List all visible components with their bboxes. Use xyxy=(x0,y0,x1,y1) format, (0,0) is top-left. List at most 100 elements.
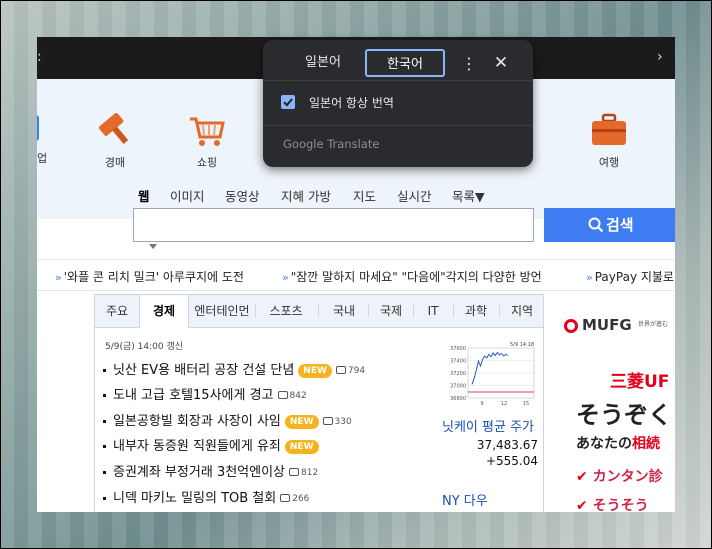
comment-icon xyxy=(277,391,288,399)
ticker-text: PayPay 지불로 xyxy=(594,270,674,284)
ticker-item[interactable]: » '와플 콘 리치 밀크' 아루쿠지에 도전 xyxy=(55,268,244,285)
ticker-item[interactable]: » PayPay 지불로 xyxy=(586,268,674,285)
headline-text: 니덱 마키노 밀링의 TOB 철회 xyxy=(113,491,277,506)
bullet xyxy=(103,394,106,397)
search-button[interactable]: 검색 xyxy=(544,208,675,242)
chart-y-tick-label: 37200 xyxy=(450,371,466,377)
comment-number: 794 xyxy=(347,365,366,376)
news-updated-time: 5/9(금) 14:00 갱신 xyxy=(105,342,184,352)
headline-text: 일본공항빌 회장과 사장이 사임 xyxy=(113,414,281,429)
bullet xyxy=(103,369,106,372)
news-tab-top[interactable]: 주요 xyxy=(95,295,139,327)
popup-divider xyxy=(263,80,533,81)
chevron-right-icon: » xyxy=(586,271,593,284)
ad-check-item: ✔ そうそう xyxy=(576,495,649,512)
search-tab-images[interactable]: 이미지 xyxy=(170,186,205,205)
comment-number: 266 xyxy=(292,493,310,504)
always-translate-checkbox[interactable] xyxy=(281,95,295,109)
search-tab-web[interactable]: 웹 xyxy=(138,186,150,205)
popup-divider xyxy=(263,125,533,126)
ny-dow-link[interactable]: NY 다우 xyxy=(442,490,488,509)
nikkei-stock-widget[interactable]: 닛케이 평균 주가 37,483.67 +555.04 xyxy=(442,420,538,470)
ad-check-text: カンタン診 xyxy=(592,469,663,485)
comment-number: 842 xyxy=(289,390,307,401)
news-tab-world[interactable]: 국제 xyxy=(369,295,413,327)
news-tab-sports[interactable]: 스포츠 xyxy=(257,295,315,327)
shopping-cart-icon xyxy=(190,117,225,146)
ad-subtitle-accent: 相続 xyxy=(632,436,660,452)
headline-text: 닛산 EV용 배터리 공장 건설 단념 xyxy=(113,363,295,378)
news-headline[interactable]: 닛산 EV용 배터리 공장 건설 단념 NEW 794 xyxy=(103,359,365,378)
search-tab-more[interactable]: 목록▼ xyxy=(452,186,485,205)
chart-y-tick-label: 37600 xyxy=(450,346,466,352)
search-icon xyxy=(588,217,604,233)
comment-number: 812 xyxy=(301,467,319,478)
news-headline[interactable]: 도내 고급 호텔15사에게 경고 842 xyxy=(103,384,307,403)
tab-divider xyxy=(318,305,319,317)
chart-x-tick-label: 15 xyxy=(523,401,529,407)
source-language-tab[interactable]: 일본어 xyxy=(283,49,363,77)
search-tab-video[interactable]: 동영상 xyxy=(225,186,260,205)
comment-icon xyxy=(322,417,333,425)
tab-divider xyxy=(499,305,500,317)
more-options-icon[interactable]: ⋮ xyxy=(459,55,479,75)
service-item-shopping[interactable]: 쇼핑 xyxy=(187,113,227,170)
search-button-label: 검색 xyxy=(606,216,634,234)
search-assist-caret-icon[interactable] xyxy=(149,244,157,249)
ad-check-item: ✔ カンタン診 xyxy=(576,466,663,486)
search-tab-map[interactable]: 지도 xyxy=(353,186,376,205)
ticker-text: '와플 콘 리치 밀크' 아루쿠지에 도전 xyxy=(63,270,244,284)
new-badge: NEW xyxy=(284,414,319,429)
service-label: 쇼핑 xyxy=(196,156,218,169)
ticker-text: "잠깐 말하지 마세요" "다음에"각지의 다양한 방언 xyxy=(290,270,542,284)
search-tab-realtime[interactable]: 실시간 xyxy=(397,186,432,205)
always-translate-label[interactable]: 일본어 항상 번역 xyxy=(309,94,394,111)
headline-text: 도내 고급 호텔15사에게 경고 xyxy=(113,388,274,403)
ad-check-text: そうそう xyxy=(592,498,649,512)
news-headline[interactable]: 내부자 동증원 직원들에게 유죄 NEW xyxy=(103,435,319,454)
search-tab-chiebukuro[interactable]: 지혜 가방 xyxy=(281,186,331,205)
news-headline[interactable]: 증권계좌 부정거래 3천억엔이상 812 xyxy=(103,461,318,480)
left-edge-icon: : xyxy=(37,49,42,65)
chart-x-tick-label: 9 xyxy=(480,401,483,407)
news-headline[interactable]: 니덱 마키노 밀링의 TOB 철회 266 xyxy=(103,487,309,506)
ticker-item[interactable]: » "잠깐 말하지 마세요" "다음에"각지의 다양한 방언 xyxy=(282,268,542,285)
news-tab-it[interactable]: IT xyxy=(415,295,451,327)
auction-hammer-icon xyxy=(98,112,129,144)
bullet xyxy=(103,471,106,474)
stock-values: 37,483.67 +555.04 xyxy=(442,438,538,470)
chart-x-tick-label: 12 xyxy=(501,401,507,407)
news-headline[interactable]: 일본공항빌 회장과 사장이 사임 NEW 330 xyxy=(103,410,352,429)
bullet xyxy=(103,420,106,423)
stock-change: +555.04 xyxy=(485,454,538,468)
chevron-right-icon: » xyxy=(282,271,289,284)
translate-popup: 일본어 한국어 ⋮ ✕ 일본어 항상 번역 Google Translate xyxy=(263,40,533,167)
service-item-travel[interactable]: 여행 xyxy=(589,113,629,170)
ad-brand: MUFG xyxy=(582,316,632,334)
service-label: 여행 xyxy=(598,156,620,169)
headline-text: 증권계좌 부정거래 3천억엔이상 xyxy=(113,465,286,480)
ad-title: そうぞく xyxy=(576,401,672,429)
news-tab-local[interactable]: 지역 xyxy=(501,295,543,327)
search-input[interactable] xyxy=(133,208,534,242)
tab-divider xyxy=(255,305,256,317)
nikkei-mini-chart[interactable]: 5/9 14:18 37600 37400 37200 37000 36800 9 12 15 xyxy=(442,340,536,408)
mufg-advertisement[interactable]: MUFG 世界が進む 三菱UF そうぞく あなたの相続 ✔ カンタン診 ✔ そう… xyxy=(562,294,675,512)
target-language-tab[interactable]: 한국어 xyxy=(365,49,445,77)
chart-y-tick-label: 36800 xyxy=(450,396,466,402)
service-item-auction[interactable]: 경매 xyxy=(95,112,135,170)
chart-y-tick-label: 37400 xyxy=(450,359,466,365)
comment-number: 330 xyxy=(334,416,352,427)
new-badge: NEW xyxy=(298,363,332,378)
checkmark-icon: ✔ xyxy=(576,469,593,485)
news-tab-domestic[interactable]: 국내 xyxy=(321,295,367,327)
service-label: 업 xyxy=(37,152,48,165)
suitcase-icon xyxy=(592,113,626,145)
news-tab-economy[interactable]: 경제 xyxy=(139,295,189,328)
service-item-partial[interactable]: 업 xyxy=(37,113,53,166)
close-icon[interactable]: ✕ xyxy=(491,53,511,73)
news-tab-entertainment[interactable]: 엔터테인먼 xyxy=(189,295,255,327)
chevron-right-icon: » xyxy=(55,271,62,284)
news-tab-science[interactable]: 과학 xyxy=(455,295,497,327)
comment-icon xyxy=(335,366,346,374)
